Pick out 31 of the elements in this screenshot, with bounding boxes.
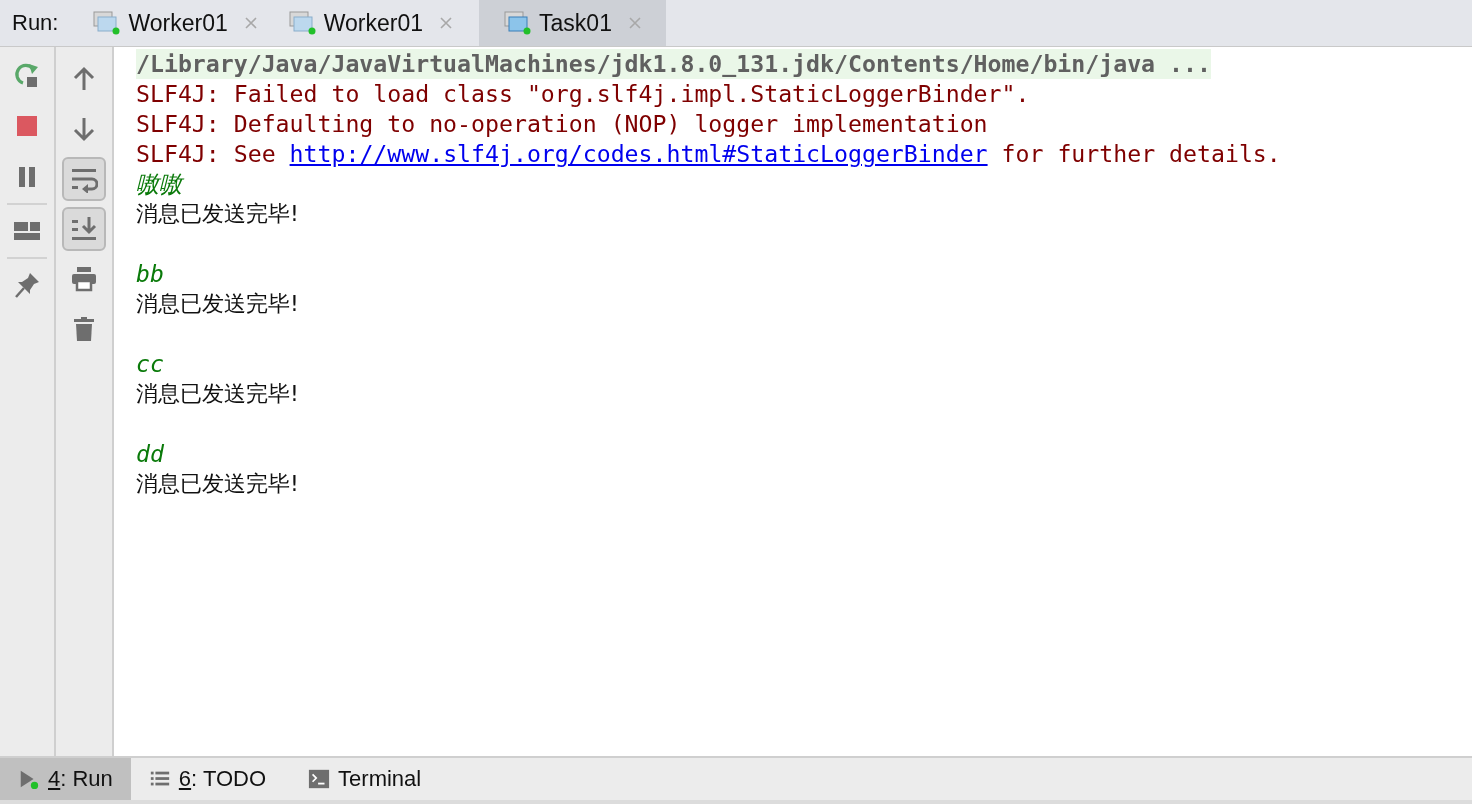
window-icon — [503, 11, 532, 35]
error-line: SLF4J: Defaulting to no-operation (NOP) logger implementation — [136, 109, 989, 139]
run-tab[interactable]: Task01 — [479, 0, 666, 46]
output-line: 消息已发送完毕! — [136, 200, 300, 228]
terminal-icon — [308, 768, 331, 790]
scroll-end-button[interactable] — [62, 207, 106, 251]
error-text: for further details. — [1001, 140, 1281, 167]
tool-window-button[interactable]: 6: TODO — [130, 758, 291, 800]
run-tab[interactable]: Worker01 — [92, 0, 284, 46]
input-line: cc — [136, 349, 165, 379]
run-label: Run: — [11, 9, 60, 37]
error-text: SLF4J: See — [136, 140, 276, 167]
window-icon — [287, 11, 316, 35]
tool-window-button[interactable]: Terminal — [290, 758, 446, 800]
rerun-icon[interactable] — [13, 61, 41, 89]
run-tab[interactable]: Worker01 — [283, 0, 480, 46]
play-icon — [18, 768, 40, 790]
input-line: 嗷嗷 — [136, 169, 185, 199]
wrap-button[interactable] — [62, 157, 106, 201]
input-line: dd — [136, 439, 165, 469]
window-icon — [92, 11, 121, 35]
tool-window-button[interactable]: 4: Run — [0, 758, 131, 800]
output-line: 消息已发送完毕! — [136, 380, 300, 408]
output-line: 消息已发送完毕! — [136, 290, 300, 318]
error-line: SLF4J: Failed to load class "org.slf4j.impl.StaticLoggerBinder". — [136, 79, 1031, 109]
input-line: bb — [136, 259, 165, 289]
printer-icon — [70, 265, 98, 293]
scroll-to-end-icon — [70, 215, 98, 243]
link[interactable]: http://www.slf4j.org/codes.html#StaticLoggerBinder — [289, 140, 988, 167]
output-line: 消息已发送完毕! — [136, 470, 300, 498]
pin-icon[interactable] — [13, 271, 41, 299]
